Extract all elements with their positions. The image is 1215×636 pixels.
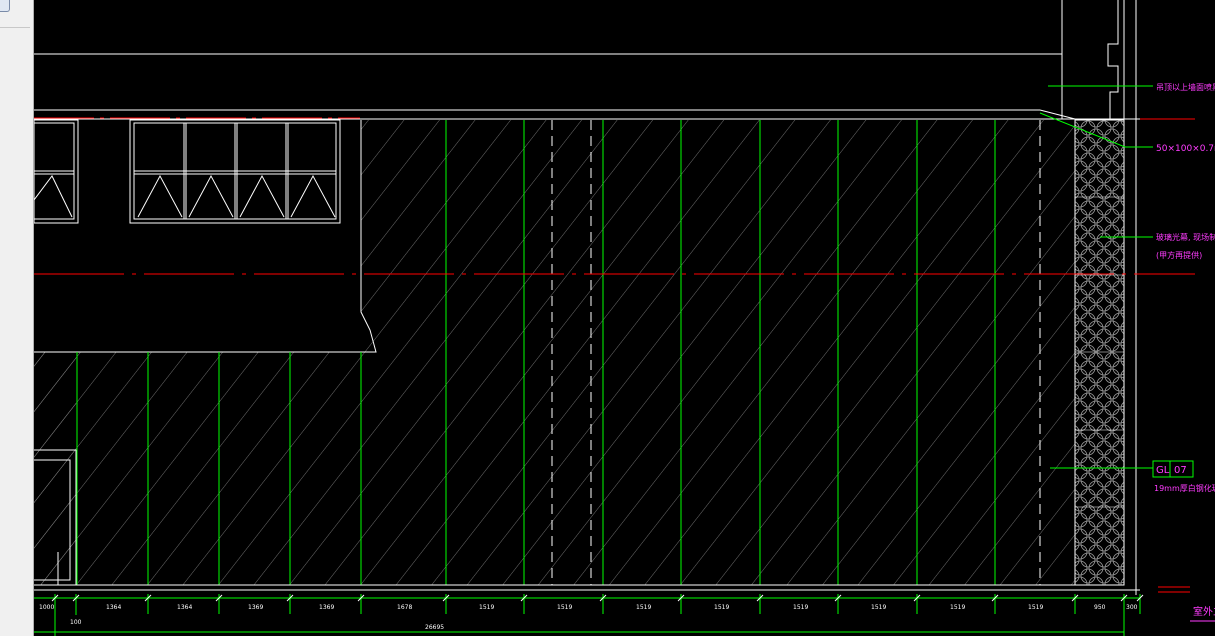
dim-label: 950 [1094,604,1106,611]
annotation-glass-curtain: 玻璃光幕, 现场制作 [1156,232,1215,242]
dim-label: 1369 [319,604,334,611]
elevation-drawing: 1000 1364 1364 1369 1369 1678 1519 1519 … [34,0,1215,636]
dim-label: 1369 [248,604,263,611]
dim-label: 1519 [950,604,965,611]
annotation-glass-spec: 19mm厚白钢化玻 [1154,483,1215,493]
dim-label: 300 [1126,604,1138,611]
dimension-chain: 1000 1364 1364 1369 1369 1678 1519 1519 … [34,594,1144,636]
dim-label: 1519 [636,604,651,611]
dim-label: 1519 [793,604,808,611]
ceiling-outline [34,0,1140,120]
dim-label: 1364 [177,604,192,611]
dim-label: 1519 [479,604,494,611]
glass-curtain-hatch [34,120,1075,585]
dim-label-total: 26695 [425,624,444,631]
dim-label: 1519 [714,604,729,611]
panel-divider [0,27,30,28]
drawing-title: 室外立 [1193,605,1215,618]
tile-column [1074,119,1125,586]
floor-line [34,584,1140,591]
dim-label: 1000 [39,604,54,611]
material-code-gl: GL [1156,465,1170,476]
cad-drawing-canvas[interactable]: 1000 1364 1364 1369 1369 1678 1519 1519 … [34,0,1215,636]
annotation-ceiling-paint: 吊顶以上墙面喷黑 [1156,82,1215,92]
annotation-profile: 50×100×0.7m [1156,144,1215,154]
dim-label: 1519 [1028,604,1043,611]
dim-label: 1519 [557,604,572,611]
panel-toggle-button[interactable] [0,0,10,12]
annotation-glass-curtain-note: (甲方再提供) [1156,250,1202,260]
left-panel [0,0,34,636]
material-code-number: 07 [1174,465,1187,476]
dim-label: 1519 [871,604,886,611]
dim-label: 1678 [397,604,412,611]
dim-label-sub: 100 [70,619,82,626]
dim-label: 1364 [106,604,121,611]
